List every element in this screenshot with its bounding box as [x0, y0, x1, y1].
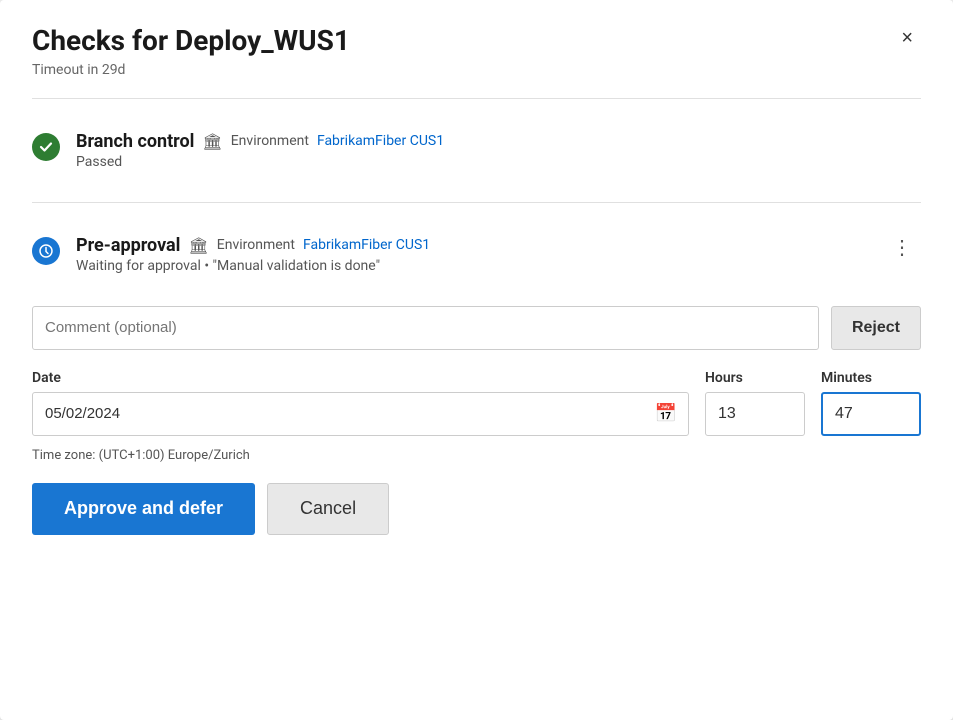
- hours-field-group: Hours: [705, 370, 805, 436]
- branch-control-title-row: Branch control 🏛 Environment FabrikamFib…: [76, 131, 921, 152]
- pre-approval-status: Waiting for approval • "Manual validatio…: [76, 258, 868, 274]
- pre-approval-content: Pre-approval 🏛 Environment FabrikamFiber…: [76, 235, 868, 274]
- env-link-1[interactable]: FabrikamFiber CUS1: [317, 133, 444, 149]
- modal-header: Checks for Deploy_WUS1 Timeout in 29d ×: [32, 24, 921, 78]
- env-label-2: Environment: [217, 237, 295, 253]
- more-options-button[interactable]: ⋮: [884, 235, 921, 259]
- checks-modal: Checks for Deploy_WUS1 Timeout in 29d × …: [0, 0, 953, 720]
- date-time-row: Date 📅 Hours Minutes: [32, 370, 921, 436]
- env-link-2[interactable]: FabrikamFiber CUS1: [303, 237, 430, 253]
- branch-control-content: Branch control 🏛 Environment FabrikamFib…: [76, 131, 921, 170]
- divider-2: [32, 202, 921, 203]
- hours-input[interactable]: [705, 392, 805, 436]
- close-button[interactable]: ×: [893, 24, 921, 52]
- cancel-button[interactable]: Cancel: [267, 483, 389, 535]
- timezone-text: Time zone: (UTC+1:00) Europe/Zurich: [32, 448, 921, 463]
- branch-control-status: Passed: [76, 154, 921, 170]
- minutes-field-group: Minutes: [821, 370, 921, 436]
- minutes-input[interactable]: [821, 392, 921, 436]
- pre-approval-title-row: Pre-approval 🏛 Environment FabrikamFiber…: [76, 235, 868, 256]
- date-input[interactable]: [32, 392, 689, 436]
- modal-subtitle: Timeout in 29d: [32, 62, 350, 78]
- approve-defer-button[interactable]: Approve and defer: [32, 483, 255, 535]
- date-field-group: Date 📅: [32, 370, 689, 436]
- comment-input[interactable]: [32, 306, 819, 350]
- hours-label: Hours: [705, 370, 805, 386]
- divider-1: [32, 98, 921, 99]
- modal-title: Checks for Deploy_WUS1: [32, 24, 350, 58]
- pre-approval-name: Pre-approval: [76, 235, 180, 256]
- passed-icon: [32, 133, 60, 161]
- approval-form: Reject Date 📅 Hours Minutes Time zone: (…: [32, 306, 921, 535]
- check-item-branch-control: Branch control 🏛 Environment FabrikamFib…: [32, 119, 921, 182]
- header-text: Checks for Deploy_WUS1 Timeout in 29d: [32, 24, 350, 78]
- action-row: Approve and defer Cancel: [32, 483, 921, 535]
- date-input-wrapper: 📅: [32, 392, 689, 436]
- env-icon-2: 🏛: [188, 236, 208, 255]
- env-label-1: Environment: [231, 133, 309, 149]
- minutes-label: Minutes: [821, 370, 921, 386]
- date-label: Date: [32, 370, 689, 386]
- env-icon-1: 🏛: [202, 132, 222, 151]
- branch-control-name: Branch control: [76, 131, 194, 152]
- check-item-pre-approval: Pre-approval 🏛 Environment FabrikamFiber…: [32, 223, 921, 286]
- pending-icon: [32, 237, 60, 265]
- reject-button[interactable]: Reject: [831, 306, 921, 350]
- comment-reject-row: Reject: [32, 306, 921, 350]
